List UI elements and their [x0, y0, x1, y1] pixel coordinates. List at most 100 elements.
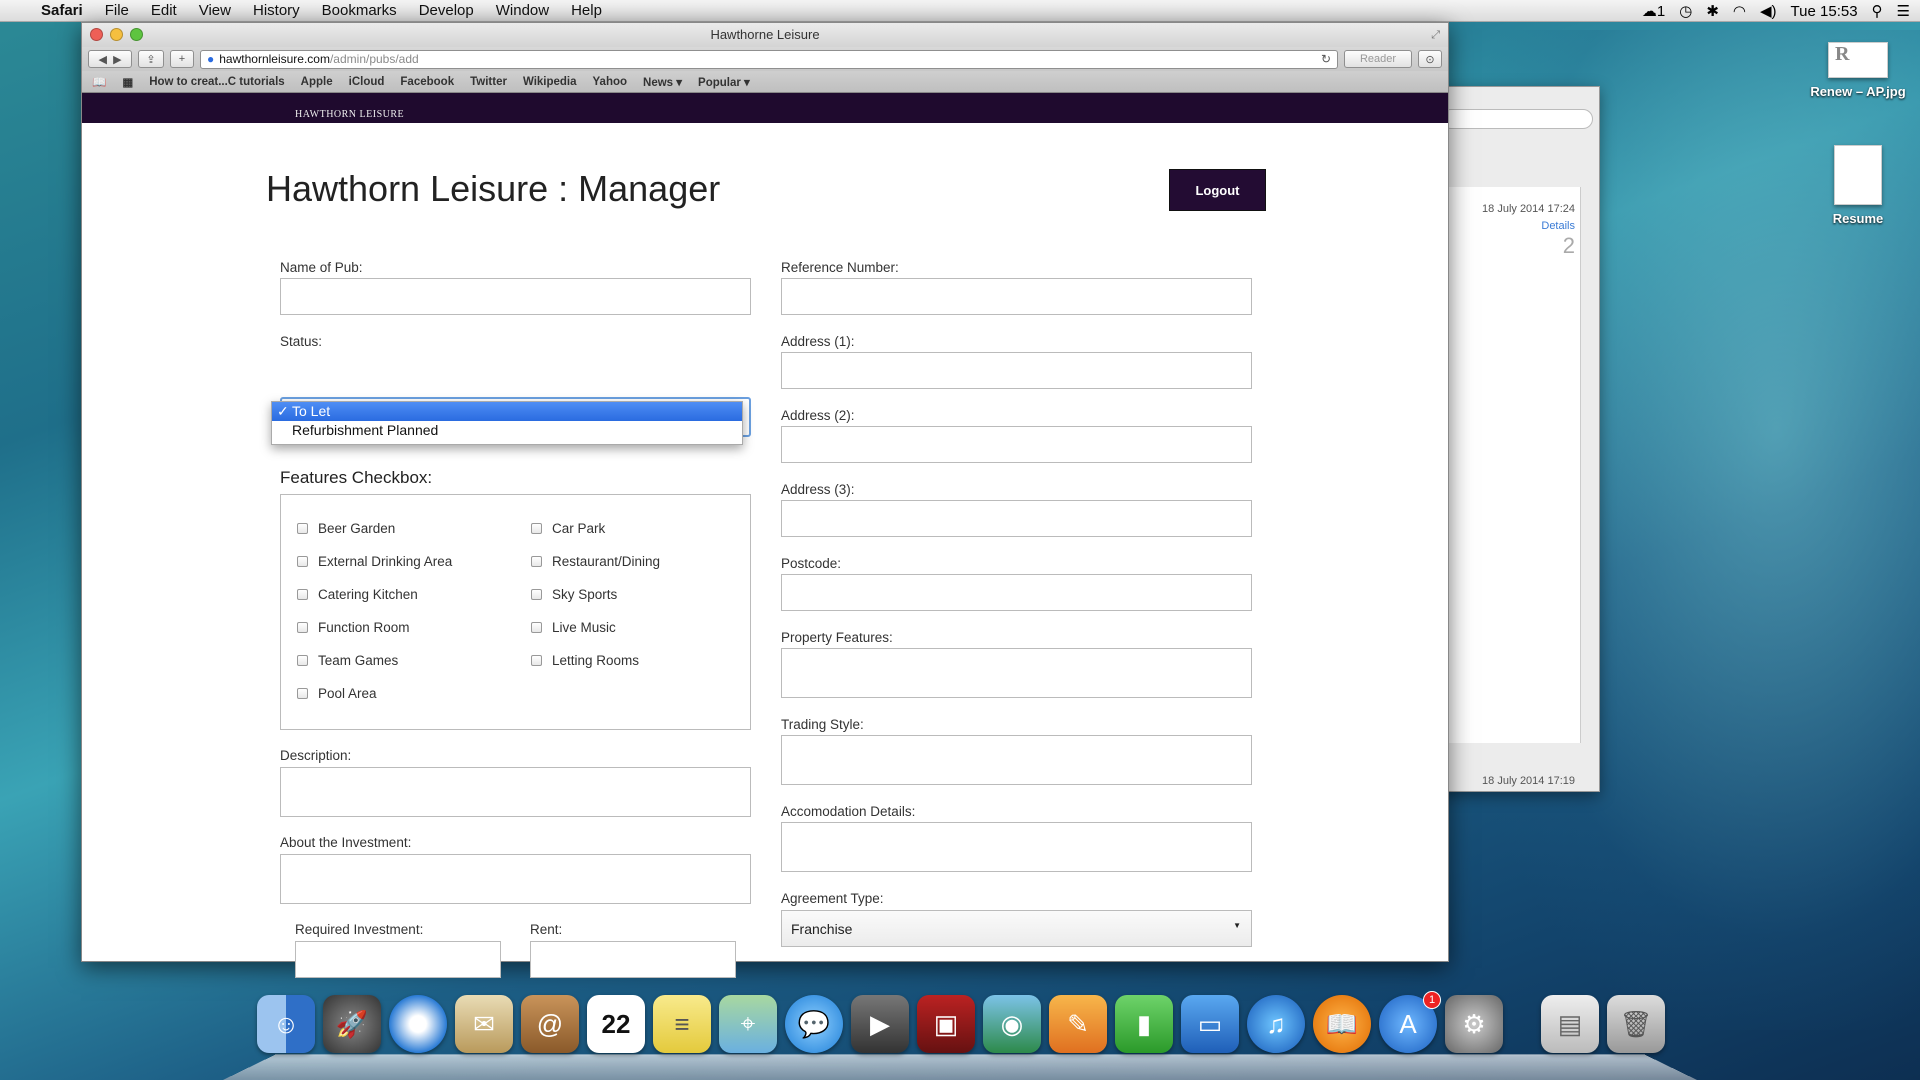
reading-list-icon[interactable]: 📖 — [92, 75, 106, 89]
checkbox-icon[interactable] — [297, 589, 308, 600]
back-forward-buttons[interactable]: ◀ ▶ — [88, 50, 132, 68]
downloads-button[interactable]: ⊙ — [1418, 50, 1442, 68]
address1-input[interactable] — [781, 352, 1252, 389]
zoom-button[interactable] — [130, 28, 143, 41]
reload-icon[interactable]: ↻ — [1321, 52, 1331, 66]
feature-checkbox[interactable]: Car Park — [531, 521, 605, 536]
menu-window[interactable]: Window — [485, 2, 560, 19]
feature-checkbox[interactable]: Sky Sports — [531, 587, 617, 602]
messages-icon[interactable]: 💬 — [785, 995, 843, 1053]
feature-checkbox[interactable]: Beer Garden — [297, 521, 395, 536]
site-logo[interactable]: HAWTHORN LEISURE — [295, 109, 404, 120]
feature-checkbox[interactable]: Function Room — [297, 620, 410, 635]
agreement-type-select[interactable]: Franchise ▼ — [781, 910, 1252, 947]
new-tab-button[interactable]: + — [170, 50, 194, 68]
checkbox-icon[interactable] — [531, 622, 542, 633]
menu-view[interactable]: View — [188, 2, 242, 19]
wifi-icon[interactable]: ◠ — [1733, 2, 1746, 20]
spotlight-icon[interactable]: ⚲ — [1872, 2, 1883, 20]
launchpad-icon[interactable]: 🚀 — [323, 995, 381, 1053]
menu-edit[interactable]: Edit — [140, 2, 188, 19]
name-of-pub-input[interactable] — [280, 278, 751, 315]
bookmark-item[interactable]: Yahoo — [593, 76, 628, 88]
rent-input[interactable] — [530, 941, 736, 978]
minimize-button[interactable] — [110, 28, 123, 41]
feature-checkbox[interactable]: Catering Kitchen — [297, 587, 418, 602]
bluetooth-icon[interactable]: ✱ — [1706, 2, 1719, 20]
bookmark-item[interactable]: Twitter — [470, 76, 507, 88]
bookmark-item[interactable]: iCloud — [349, 76, 385, 88]
documents-stack-icon[interactable]: ▤ — [1541, 995, 1599, 1053]
checkbox-icon[interactable] — [531, 589, 542, 600]
back-icon[interactable]: ◀ — [98, 53, 106, 66]
logout-button[interactable]: Logout — [1169, 169, 1266, 211]
checkbox-icon[interactable] — [297, 622, 308, 633]
calendar-icon[interactable]: 22 — [587, 995, 645, 1053]
address2-input[interactable] — [781, 426, 1252, 463]
bookmark-folder[interactable]: Popular ▾ — [698, 75, 750, 89]
checkbox-icon[interactable] — [297, 556, 308, 567]
feature-checkbox[interactable]: Live Music — [531, 620, 616, 635]
feature-checkbox[interactable]: Restaurant/Dining — [531, 554, 660, 569]
numbers-icon[interactable]: ▮ — [1115, 995, 1173, 1053]
notification-center-icon[interactable]: ☰ — [1897, 2, 1910, 20]
background-details-link[interactable]: Details — [1541, 220, 1575, 232]
desktop-file-renew[interactable]: R Renew – AP.jpg — [1803, 42, 1913, 99]
top-sites-icon[interactable]: ▦ — [122, 75, 133, 89]
trash-icon[interactable]: 🗑 — [1607, 995, 1665, 1053]
feature-checkbox[interactable]: Letting Rooms — [531, 653, 639, 668]
reader-button[interactable]: Reader — [1344, 50, 1412, 68]
keynote-icon[interactable]: ▭ — [1181, 995, 1239, 1053]
address3-input[interactable] — [781, 500, 1252, 537]
bookmark-item[interactable]: Wikipedia — [523, 76, 577, 88]
fullscreen-icon[interactable]: ⤢ — [1431, 23, 1440, 47]
forward-icon[interactable]: ▶ — [113, 53, 121, 66]
menu-app-name[interactable]: Safari — [30, 2, 94, 19]
background-window[interactable]: 18 July 2014 17:24 Details 2 18 July 201… — [1440, 86, 1600, 792]
bookmark-item[interactable]: Apple — [301, 76, 333, 88]
description-textarea[interactable] — [280, 767, 751, 817]
notes-icon[interactable]: ≡ — [653, 995, 711, 1053]
app-store-icon[interactable]: A 1 — [1379, 991, 1441, 1053]
postcode-input[interactable] — [781, 574, 1252, 611]
contacts-icon[interactable]: @ — [521, 995, 579, 1053]
feature-checkbox[interactable]: External Drinking Area — [297, 554, 452, 569]
safari-icon[interactable]: ✦ — [389, 995, 447, 1053]
bookmark-item[interactable]: How to creat...C tutorials — [149, 76, 284, 88]
accommodation-textarea[interactable] — [781, 822, 1252, 872]
checkbox-icon[interactable] — [531, 523, 542, 534]
checkbox-icon[interactable] — [297, 523, 308, 534]
ibooks-icon[interactable]: 📖 — [1313, 995, 1371, 1053]
menu-file[interactable]: File — [94, 2, 140, 19]
address-bar[interactable]: ● hawthornleisure.com/admin/pubs/add ↻ — [200, 49, 1338, 69]
bookmark-item[interactable]: Facebook — [400, 76, 454, 88]
share-button[interactable]: ⇪ — [138, 50, 164, 68]
status-option-refurbishment[interactable]: Refurbishment Planned — [272, 421, 742, 440]
menu-help[interactable]: Help — [560, 2, 613, 19]
reference-number-input[interactable] — [781, 278, 1252, 315]
finder-icon[interactable]: ☺ — [257, 995, 315, 1053]
desktop-file-resume[interactable]: Resume — [1803, 145, 1913, 226]
menu-develop[interactable]: Develop — [408, 2, 485, 19]
trading-style-textarea[interactable] — [781, 735, 1252, 785]
about-investment-textarea[interactable] — [280, 854, 751, 904]
bookmark-folder[interactable]: News ▾ — [643, 75, 682, 89]
time-machine-icon[interactable]: ◷ — [1679, 2, 1692, 20]
property-features-textarea[interactable] — [781, 648, 1252, 698]
photo-booth-icon[interactable]: ▣ — [917, 995, 975, 1053]
checkbox-icon[interactable] — [297, 688, 308, 699]
volume-icon[interactable]: ◀) — [1760, 2, 1777, 20]
checkbox-icon[interactable] — [531, 655, 542, 666]
feature-checkbox[interactable]: Pool Area — [297, 686, 377, 701]
background-search-field[interactable] — [1441, 109, 1593, 129]
menu-history[interactable]: History — [242, 2, 311, 19]
clock[interactable]: Tue 15:53 — [1791, 3, 1858, 20]
checkbox-icon[interactable] — [531, 556, 542, 567]
checkbox-icon[interactable] — [297, 655, 308, 666]
itunes-icon[interactable]: ♫ — [1247, 995, 1305, 1053]
maps-icon[interactable]: ⌖ — [719, 995, 777, 1053]
window-titlebar[interactable]: Hawthorne Leisure ⤢ — [82, 23, 1448, 47]
required-investment-input[interactable] — [295, 941, 501, 978]
status-option-to-let[interactable]: ✓ To Let — [272, 402, 742, 421]
menu-bookmarks[interactable]: Bookmarks — [311, 2, 408, 19]
